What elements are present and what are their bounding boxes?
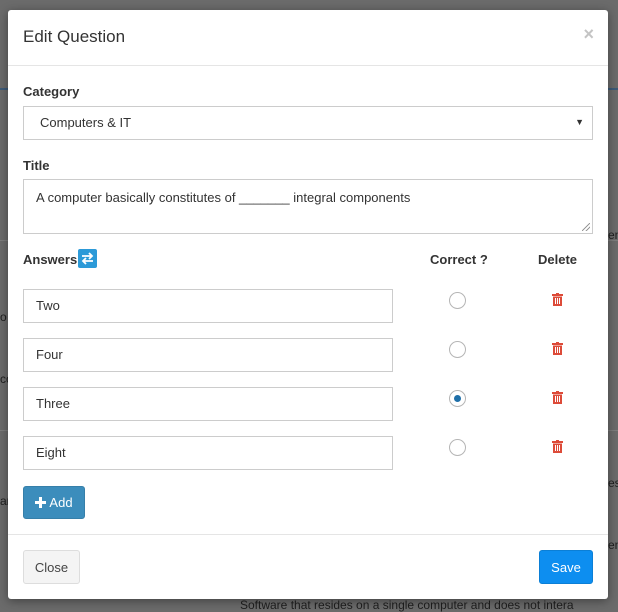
answer-input[interactable]: Eight xyxy=(23,436,393,470)
background-text-fragment: en xyxy=(608,538,618,552)
answer-input[interactable]: Two xyxy=(23,289,393,323)
save-button[interactable]: Save xyxy=(539,550,593,584)
trash-icon[interactable] xyxy=(552,342,563,355)
answer-input[interactable]: Three xyxy=(23,387,393,421)
background-text-fragment: o xyxy=(0,310,7,324)
close-button-label: Close xyxy=(34,559,69,575)
answer-input[interactable]: Four xyxy=(23,338,393,372)
edit-question-modal: Edit Question × Category Computers & IT … xyxy=(8,10,608,599)
correct-column-header: Correct ? xyxy=(430,252,488,267)
background-text-fragment: en xyxy=(608,228,618,242)
correct-radio[interactable] xyxy=(449,439,466,456)
trash-icon[interactable] xyxy=(552,391,563,404)
modal-title: Edit Question xyxy=(23,27,126,46)
trash-icon[interactable] xyxy=(552,440,563,453)
delete-column-header: Delete xyxy=(538,252,578,267)
background-footer-text: Software that resides on a single comput… xyxy=(240,598,574,612)
background-text-fragment: es xyxy=(608,476,618,490)
add-button-label: Add xyxy=(49,495,73,510)
swap-arrows-icon[interactable] xyxy=(78,249,97,268)
category-selected-value: Computers & IT xyxy=(40,115,132,130)
correct-radio[interactable] xyxy=(449,292,466,309)
title-textarea[interactable]: A computer basically constitutes of ____… xyxy=(23,179,593,234)
correct-radio-checked[interactable] xyxy=(449,390,466,407)
title-label: Title xyxy=(23,158,50,173)
save-button-label: Save xyxy=(551,559,581,575)
add-answer-button[interactable]: Add xyxy=(23,486,85,519)
modal-header: Edit Question × xyxy=(8,10,608,66)
category-label: Category xyxy=(23,84,80,99)
answers-label: Answers xyxy=(23,252,78,267)
trash-icon[interactable] xyxy=(552,293,563,306)
close-button[interactable]: Close xyxy=(23,550,80,584)
category-select[interactable]: Computers & IT ▼ xyxy=(23,106,593,140)
correct-radio[interactable] xyxy=(449,341,466,358)
title-text: A computer basically constitutes of ____… xyxy=(36,190,411,205)
chevron-down-icon: ▼ xyxy=(575,117,584,127)
plus-icon xyxy=(35,497,47,508)
modal-footer-divider xyxy=(8,534,608,535)
close-icon[interactable]: × xyxy=(583,24,594,44)
resize-handle[interactable] xyxy=(582,223,590,231)
